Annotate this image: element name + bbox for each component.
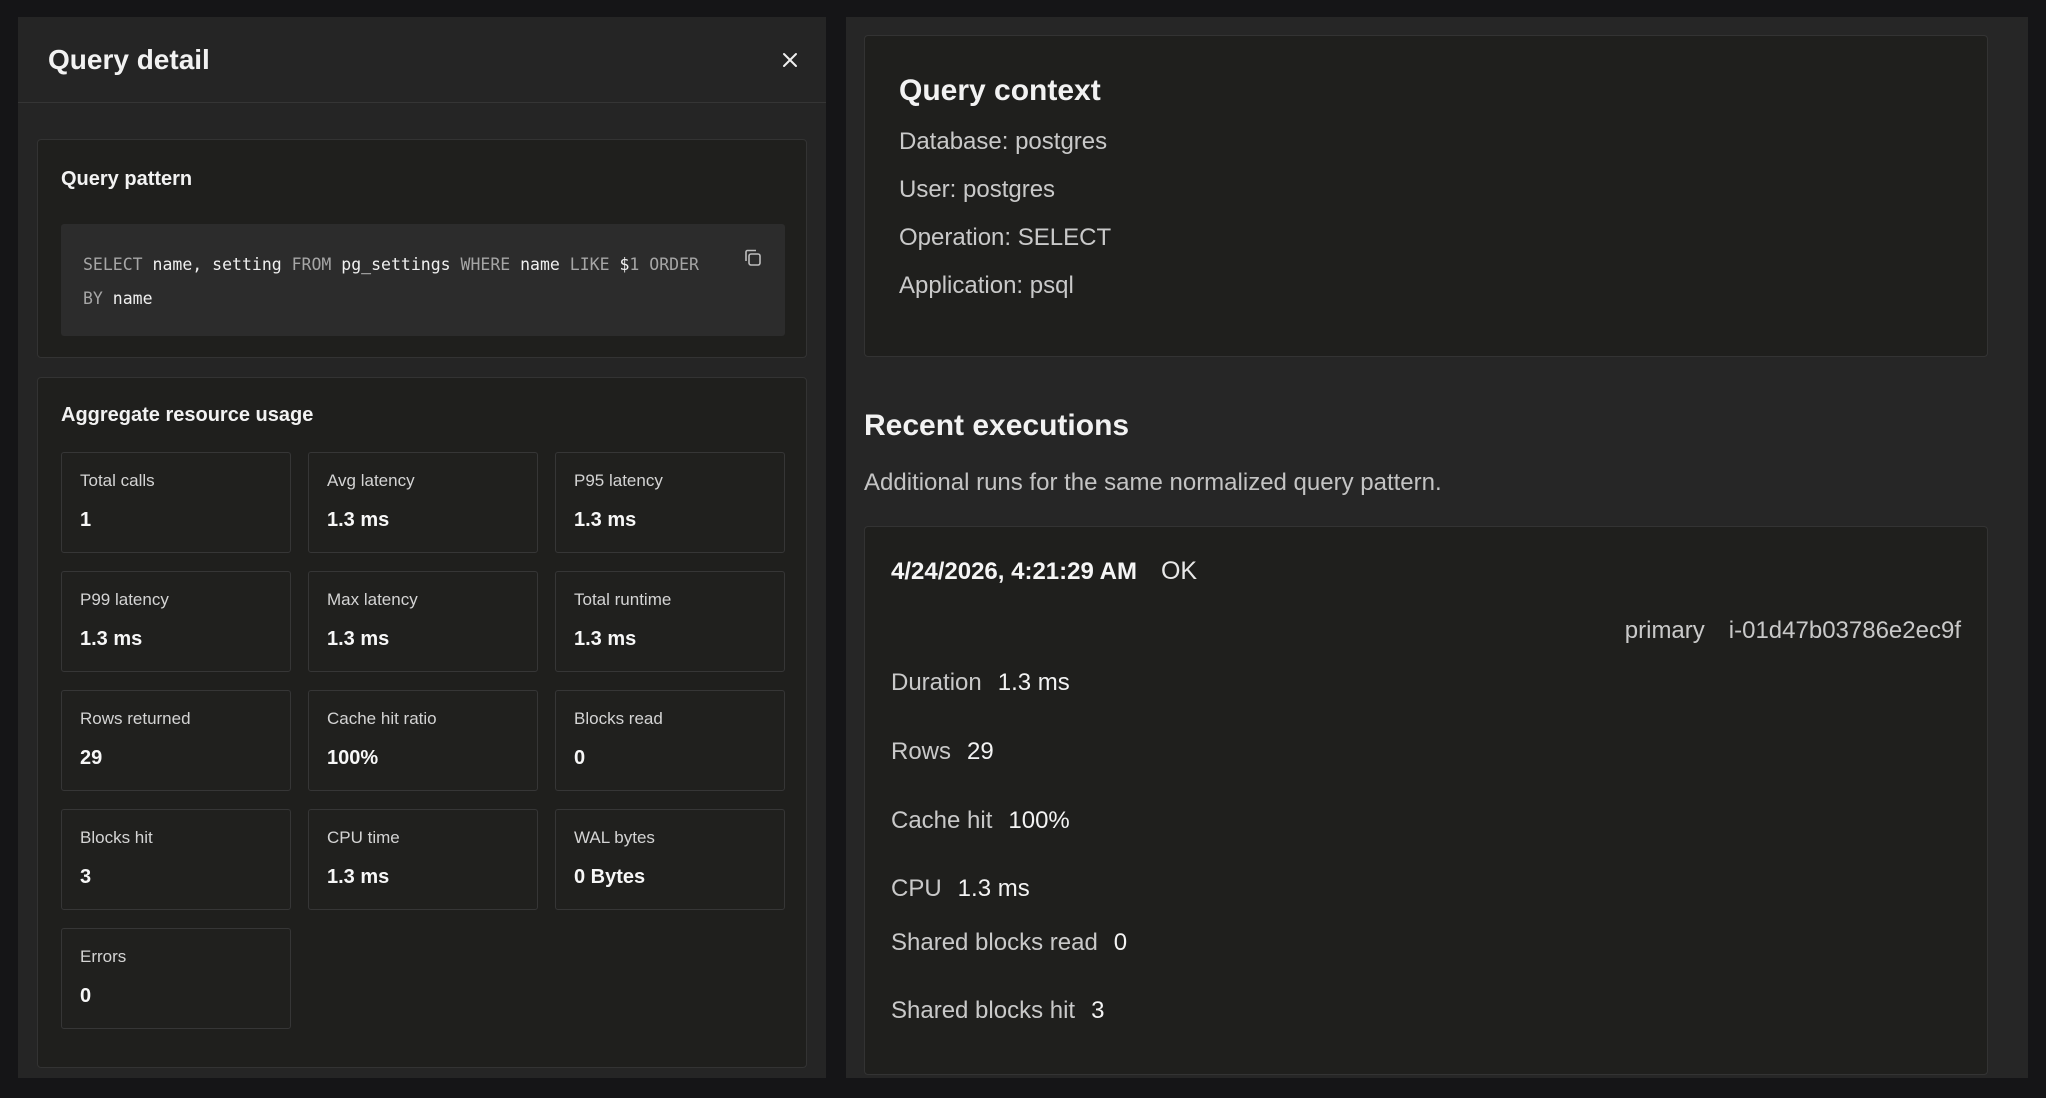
metric-label: Avg latency [327, 471, 415, 490]
sql-text: name [510, 255, 570, 274]
query-context-card: Query context Database: postgres User: p… [864, 35, 1988, 357]
metric-tile: Total runtime 1.3 ms [555, 571, 785, 672]
execution-timestamp: 4/24/2026, 4:21:29 AM [891, 558, 1137, 585]
copy-button[interactable] [741, 246, 765, 270]
query-pattern-card: Query pattern SELECT name, setting FROM … [37, 139, 807, 358]
panel-header: Query detail [18, 17, 826, 103]
metric-label: Errors [80, 947, 127, 966]
metric-label: WAL bytes [574, 828, 655, 847]
sql-keyword: WHERE [460, 255, 511, 274]
metric-label: P99 latency [80, 590, 169, 609]
instance-id: i-01d47b03786e2ec9f [1728, 617, 1961, 644]
metric-value: 1.3 ms [327, 866, 390, 888]
metric-tile: Errors 0 [61, 928, 291, 1029]
aggregate-usage-card: Aggregate resource usage Total calls 1 Avg… [37, 377, 807, 1068]
metric-label: Max latency [327, 590, 418, 609]
query-code-block: SELECT name, setting FROM pg_settings WH… [61, 224, 785, 336]
execution-header: 4/24/2026, 4:21:29 AM OK [891, 557, 1197, 586]
metric-value: 0 [574, 747, 586, 769]
copy-icon [745, 249, 761, 266]
sql-text: $ [609, 255, 630, 274]
metric-tile: Blocks hit 3 [61, 809, 291, 910]
execution-status: OK [1160, 557, 1198, 585]
sql-text: name [102, 289, 153, 308]
metric-label: CPU time [327, 828, 400, 847]
context-operation: Operation: SELECT [899, 224, 1112, 251]
instance-role: primary [1624, 617, 1705, 644]
metric-tile: Rows returned 29 [61, 690, 291, 791]
sql-keyword: SELECT [83, 255, 143, 274]
metric-value: 0 [80, 985, 92, 1007]
close-button[interactable] [772, 42, 808, 78]
metric-tile: Total calls 1 [61, 452, 291, 553]
query-text: SELECT name, setting FROM pg_settings WH… [83, 255, 699, 308]
metric-value: 0 Bytes [574, 866, 646, 888]
metric-tile: P99 latency 1.3 ms [61, 571, 291, 672]
metric-label: Total runtime [574, 590, 672, 609]
sql-keyword: LIKE [569, 255, 610, 274]
recent-executions-title: Recent executions [864, 409, 1130, 442]
context-application: Application: psql [899, 272, 1074, 299]
aggregate-usage-title: Aggregate resource usage [61, 404, 314, 426]
metric-value: 29 [80, 747, 103, 769]
metric-value: 1 [80, 509, 92, 531]
sql-keyword: 1 [629, 255, 640, 274]
metric-tile: P95 latency 1.3 ms [555, 452, 785, 553]
execution-instance: primary i-01d47b03786e2ec9f [1625, 617, 1961, 645]
metric-tile: CPU time 1.3 ms [308, 809, 538, 910]
recent-executions-subtitle: Additional runs for the same normalized … [864, 469, 1442, 496]
close-icon [783, 52, 797, 67]
metric-label: Blocks read [574, 709, 663, 728]
metric-value: 1.3 ms [574, 628, 637, 650]
execution-card: 4/24/2026, 4:21:29 AM OK primary i-01d47… [864, 526, 1988, 1075]
metrics-grid: Total calls 1 Avg latency 1.3 ms P95 latency… [61, 452, 785, 1029]
metric-tile: Blocks read 0 [555, 690, 785, 791]
execution-shared-blocks-hit: Shared blocks hit 3 [891, 997, 1105, 1024]
metric-value: 1.3 ms [80, 628, 143, 650]
execution-cache-hit: Cache hit 100% [891, 807, 1070, 834]
metric-label: Rows returned [80, 709, 191, 728]
execution-cpu: CPU 1.3 ms [891, 875, 1030, 902]
metric-value: 3 [80, 866, 92, 888]
metric-value: 1.3 ms [327, 509, 390, 531]
query-context-title: Query context [899, 74, 1101, 107]
page-title: Query detail [48, 43, 210, 75]
metric-value: 100% [327, 747, 379, 769]
metric-label: P95 latency [574, 471, 663, 490]
sql-text: name, setting [142, 255, 292, 274]
execution-rows: Rows 29 [891, 738, 994, 765]
context-database: Database: postgres [899, 128, 1108, 155]
sql-text: pg_settings [331, 255, 461, 274]
metric-tile: Avg latency 1.3 ms [308, 452, 538, 553]
query-pattern-title: Query pattern [61, 168, 193, 190]
execution-duration: Duration 1.3 ms [891, 669, 1070, 696]
query-detail-panel: Query detail Query pattern SELECT name, … [18, 17, 826, 1078]
metric-value: 1.3 ms [574, 509, 637, 531]
metric-tile: Max latency 1.3 ms [308, 571, 538, 672]
context-user: User: postgres [899, 176, 1056, 203]
metric-label: Total calls [80, 471, 155, 490]
execution-shared-blocks-read: Shared blocks read 0 [891, 929, 1128, 956]
metric-tile: Cache hit ratio 100% [308, 690, 538, 791]
metric-value: 1.3 ms [327, 628, 390, 650]
metric-label: Cache hit ratio [327, 709, 437, 728]
metric-label: Blocks hit [80, 828, 153, 847]
metric-tile: WAL bytes 0 Bytes [555, 809, 785, 910]
query-info-panel: Query context Database: postgres User: p… [846, 17, 2028, 1078]
sql-keyword: FROM [291, 255, 332, 274]
